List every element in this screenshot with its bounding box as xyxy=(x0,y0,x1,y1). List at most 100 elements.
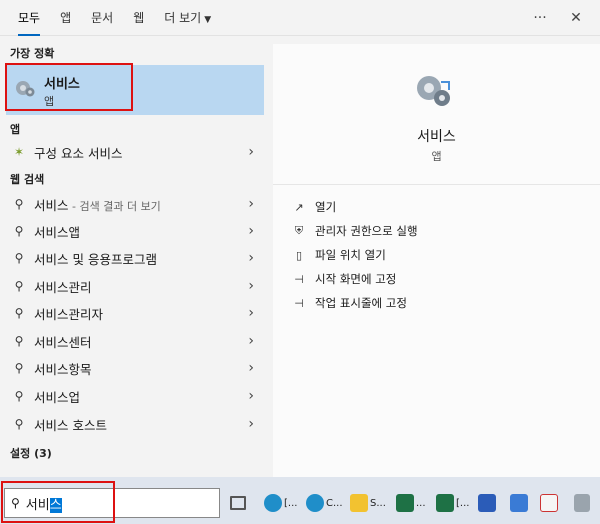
chevron-right-icon[interactable]: › xyxy=(248,360,254,376)
app-result-label: 구성 요소 서비스 xyxy=(34,145,123,161)
highlight-outline xyxy=(5,63,133,111)
snipping-tool-icon xyxy=(540,494,558,512)
action-run-as-admin-label: 관리자 권한으로 실행 xyxy=(315,224,418,238)
edge-icon xyxy=(264,494,282,512)
highlight-outline xyxy=(1,481,115,523)
tab-documents[interactable]: 문서 xyxy=(81,0,123,36)
section-settings-heading: 설정 (3) xyxy=(10,447,52,460)
section-web-heading: 웹 검색 xyxy=(10,173,45,186)
search-icon: ⚲ xyxy=(14,279,24,293)
action-open-file-location[interactable]: ▯ 파일 위치 열기 xyxy=(291,244,386,266)
taskbar-edge-1[interactable]: [... xyxy=(264,492,297,514)
web-result[interactable]: ⚲ 서비스센터 › xyxy=(6,328,264,354)
pin-icon: ⊣ xyxy=(294,272,304,286)
taskbar-store[interactable] xyxy=(478,492,496,514)
action-run-as-admin[interactable]: ⛨ 관리자 권한으로 실행 xyxy=(291,220,418,242)
preview-pane: 서비스 앱 ↗ 열기 ⛨ 관리자 권한으로 실행 ▯ 파일 위치 열기 ⊣ 시작… xyxy=(273,44,600,477)
tab-apps[interactable]: 앱 xyxy=(50,0,81,36)
action-pin-to-start-label: 시작 화면에 고정 xyxy=(315,272,397,286)
tab-web[interactable]: 웹 xyxy=(123,0,154,36)
chevron-right-icon[interactable]: › xyxy=(248,388,254,404)
web-result[interactable]: ⚲ 서비스업 › xyxy=(6,383,264,409)
excel-icon xyxy=(396,494,414,512)
search-icon: ⚲ xyxy=(14,334,24,348)
taskbar-excel-1[interactable]: ... xyxy=(396,492,426,514)
tab-all[interactable]: 모두 xyxy=(8,0,50,36)
web-result[interactable]: ⚲ 서비스앱 › xyxy=(6,218,264,244)
admin-shield-icon: ⛨ xyxy=(294,224,304,237)
chevron-right-icon[interactable]: › xyxy=(248,416,254,432)
close-button[interactable]: ✕ xyxy=(558,0,594,36)
web-result-label: 서비스앱 xyxy=(34,224,81,240)
chevron-right-icon[interactable]: › xyxy=(248,196,254,212)
results-pane: 가장 정확 서비스 앱 앱 ✶ 구성 요소 서비스 › 웹 검색 ⚲ 서비스 -… xyxy=(0,37,272,477)
web-result-label: 서비스센터 xyxy=(34,334,92,350)
web-result[interactable]: ⚲ 서비스관리자 › xyxy=(6,300,264,326)
taskbar-snipping-tool[interactable] xyxy=(540,492,558,514)
web-result[interactable]: ⚲ 서비스 호스트 › xyxy=(6,411,264,437)
preview-subtitle: 앱 xyxy=(431,150,442,163)
web-result[interactable]: ⚲ 서비스 및 응용프로그램 › xyxy=(6,245,264,271)
chevron-right-icon[interactable]: › xyxy=(248,278,254,294)
web-result-label: 서비스 xyxy=(34,197,69,213)
tab-apps-label: 앱 xyxy=(60,10,72,25)
open-icon: ↗ xyxy=(294,200,304,214)
section-best-match-heading: 가장 정확 xyxy=(10,47,55,60)
web-result-suffix: - 검색 결과 더 보기 xyxy=(68,199,161,213)
taskbar: ⚲ 서비스 [... C... S... ... [... xyxy=(0,477,600,524)
action-pin-to-taskbar-label: 작업 표시줄에 고정 xyxy=(315,296,407,310)
excel-icon xyxy=(436,494,454,512)
tab-web-label: 웹 xyxy=(133,10,145,25)
chevron-right-icon[interactable]: › xyxy=(248,250,254,266)
store-icon xyxy=(478,494,496,512)
chevron-right-icon[interactable]: › xyxy=(248,305,254,321)
search-icon: ⚲ xyxy=(14,417,24,431)
chevron-right-icon[interactable]: › xyxy=(248,223,254,239)
file-explorer-icon xyxy=(350,494,368,512)
taskbar-excel-2[interactable]: [... xyxy=(436,492,469,514)
search-icon: ⚲ xyxy=(14,197,24,211)
app-icon xyxy=(574,494,590,512)
taskbar-item-label: [... xyxy=(456,497,470,509)
more-icon: ··· xyxy=(533,9,547,26)
action-pin-to-start[interactable]: ⊣ 시작 화면에 고정 xyxy=(291,268,396,290)
taskbar-item-label: ... xyxy=(416,497,426,509)
web-result-label: 서비스관리자 xyxy=(34,306,104,322)
taskbar-item-label: [... xyxy=(284,497,298,509)
taskbar-item-label: C... xyxy=(326,497,343,509)
tab-more-label: 더 보기 xyxy=(164,10,202,25)
preview-title: 서비스 xyxy=(417,129,456,145)
taskbar-edge-2[interactable]: C... xyxy=(306,492,343,514)
more-options-button[interactable]: ··· xyxy=(522,0,558,36)
task-view-icon xyxy=(230,496,246,510)
component-services-icon: ✶ xyxy=(13,145,25,159)
section-apps-heading: 앱 xyxy=(10,123,21,136)
tab-documents-label: 문서 xyxy=(91,10,114,25)
web-result-label: 서비스관리 xyxy=(34,279,92,295)
task-view-button[interactable] xyxy=(230,492,246,514)
search-tabs-bar: 모두 앱 문서 웹 더 보기 ▼ ··· ✕ xyxy=(0,0,600,36)
taskbar-app[interactable] xyxy=(574,492,590,514)
chevron-right-icon[interactable]: › xyxy=(248,144,254,160)
action-pin-to-taskbar[interactable]: ⊣ 작업 표시줄에 고정 xyxy=(291,292,407,314)
chevron-right-icon[interactable]: › xyxy=(248,333,254,349)
taskbar-file-explorer[interactable]: S... xyxy=(350,492,386,514)
settings-app-icon xyxy=(510,494,528,512)
search-icon: ⚲ xyxy=(14,224,24,238)
services-gear-icon xyxy=(417,76,450,106)
web-result[interactable]: ⚲ 서비스관리 › xyxy=(6,273,264,299)
web-result[interactable]: ⚲ 서비스 - 검색 결과 더 보기 › xyxy=(6,191,264,217)
action-open-label: 열기 xyxy=(315,200,337,214)
taskbar-settings-app[interactable] xyxy=(510,492,528,514)
web-result-label: 서비스 호스트 xyxy=(34,417,107,433)
taskbar-item-label: S... xyxy=(370,497,386,509)
caret-down-icon: ▼ xyxy=(204,14,212,25)
app-result[interactable]: ✶ 구성 요소 서비스 › xyxy=(6,139,264,165)
web-result-label: 서비스항목 xyxy=(34,361,92,377)
web-result[interactable]: ⚲ 서비스항목 › xyxy=(6,355,264,381)
search-icon: ⚲ xyxy=(14,389,24,403)
tab-more[interactable]: 더 보기 ▼ xyxy=(154,0,221,36)
web-result-label: 서비스업 xyxy=(34,389,81,405)
close-icon: ✕ xyxy=(570,9,582,26)
action-open[interactable]: ↗ 열기 xyxy=(291,196,336,218)
